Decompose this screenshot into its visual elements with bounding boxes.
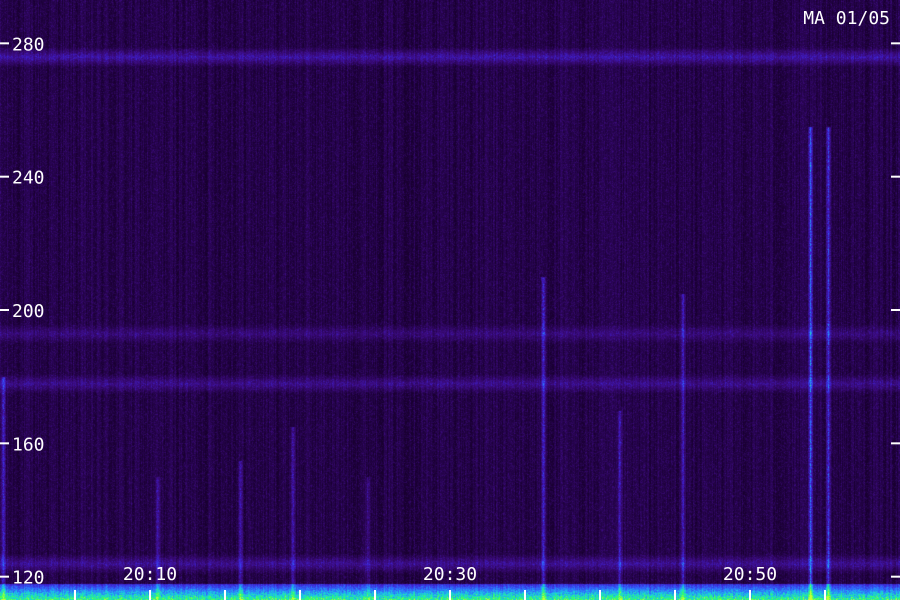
y-tick-label: 280 <box>12 34 45 55</box>
x-tick-label: 20:10 <box>123 564 177 585</box>
x-tick-label: 20:30 <box>423 564 477 585</box>
station-date-stamp: MA 01/05 <box>803 8 890 29</box>
y-tick-label: 120 <box>12 568 45 589</box>
y-tick-label: 200 <box>12 301 45 322</box>
x-tick-label: 20:50 <box>723 564 777 585</box>
y-axis-ticks: 120 160 200 240 280 <box>0 34 900 589</box>
y-tick-label: 160 <box>12 434 45 455</box>
x-axis-ticks: 20:10 20:30 20:50 <box>74 564 826 600</box>
y-tick-label: 240 <box>12 168 45 189</box>
axis-overlay: 120 160 200 240 280 20:10 20:30 20:50 MA 01/05 <box>0 8 900 600</box>
